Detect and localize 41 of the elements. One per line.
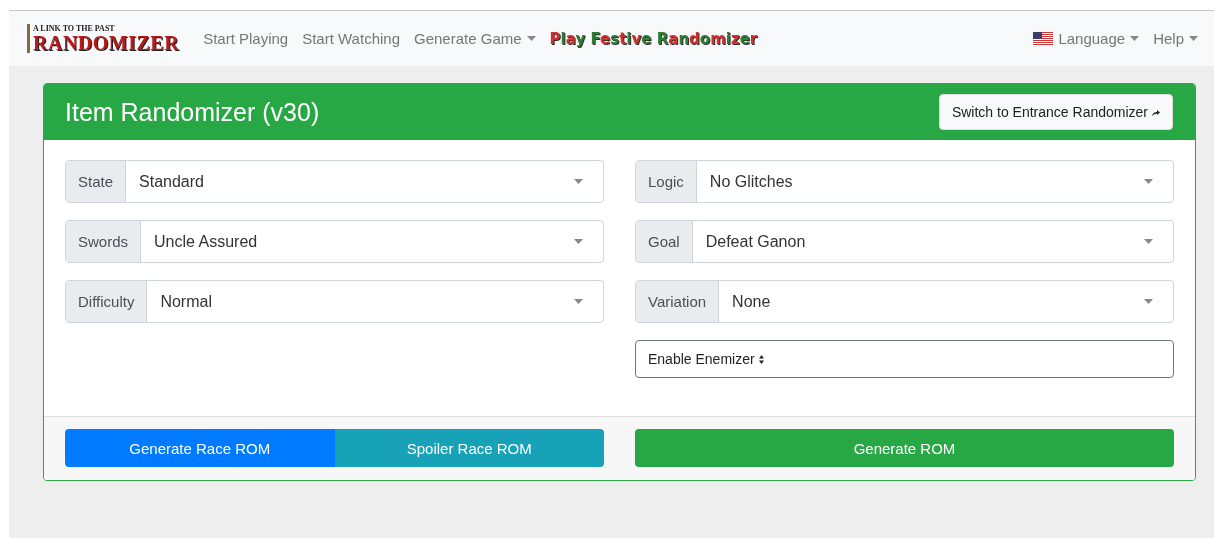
nav-link[interactable]: Start Playing — [203, 30, 289, 47]
caret-icon — [574, 239, 583, 244]
caret-icon — [574, 179, 583, 184]
logo[interactable]: A LINK TO THE PAST RANDOMIZER — [27, 24, 180, 53]
select-field[interactable]: Goal Defeat Ganon — [635, 220, 1174, 263]
select-label: State — [66, 161, 127, 202]
caret-icon — [1144, 239, 1153, 244]
select-label: Goal — [636, 221, 693, 262]
select-value[interactable]: Uncle Assured — [141, 221, 603, 262]
race-rom-button[interactable]: Generate Race ROM — [65, 429, 335, 467]
caret-icon — [1130, 36, 1140, 41]
select-label: Swords — [66, 221, 142, 262]
select-value[interactable]: Standard — [126, 161, 603, 202]
select-field[interactable]: Variation None — [635, 280, 1174, 323]
caret-icon — [526, 36, 536, 41]
select-value[interactable]: No Glitches — [696, 161, 1173, 202]
arrow-icon — [1152, 108, 1160, 116]
nav-link[interactable]: Generate Game — [414, 30, 536, 47]
nav-link[interactable]: Language — [1033, 30, 1140, 47]
nav-link[interactable]: Start Watching — [302, 30, 400, 47]
switch-button[interactable]: Switch to Entrance Randomizer — [938, 94, 1173, 130]
caret-icon — [1144, 179, 1153, 184]
select-label: Variation — [636, 281, 720, 322]
flag-icon — [1033, 31, 1054, 46]
festive-link[interactable]: Play Festive Randomizer — [549, 29, 758, 48]
card-title: Item Randomizer (v30) — [65, 97, 320, 127]
select-value[interactable]: Defeat Ganon — [692, 221, 1173, 262]
caret-icon — [1144, 299, 1153, 304]
select-label: Difficulty — [66, 281, 148, 322]
sort-icon — [758, 354, 764, 364]
select-field[interactable]: Logic No Glitches — [635, 160, 1174, 203]
caret-icon — [574, 299, 583, 304]
select-value[interactable]: None — [719, 281, 1173, 322]
select-label: Logic — [636, 161, 697, 202]
select-field[interactable]: State Standard — [65, 160, 604, 203]
enemizer-button[interactable]: Enable Enemizer — [635, 340, 1174, 378]
nav-link[interactable]: Help — [1153, 30, 1198, 47]
select-field[interactable]: Difficulty Normal — [65, 280, 604, 323]
caret-icon — [1189, 36, 1198, 41]
select-field[interactable]: Swords Uncle Assured — [65, 220, 604, 263]
select-value[interactable]: Normal — [147, 281, 603, 322]
